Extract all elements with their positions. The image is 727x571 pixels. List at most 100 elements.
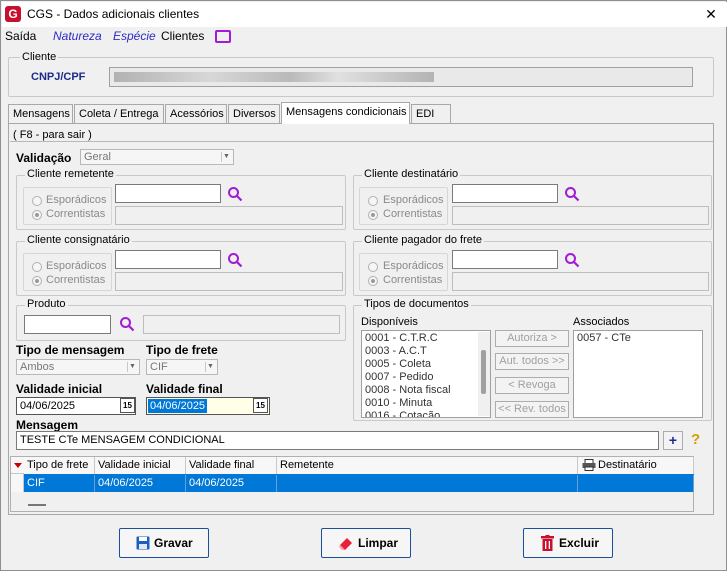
tipo-mensagem-value: Ambos [20, 361, 55, 373]
add-button[interactable]: + [663, 431, 683, 450]
list-item[interactable]: 0010 - Minuta [365, 397, 432, 409]
revoga-todos-button[interactable]: << Rev. todos [495, 401, 569, 418]
calendar-icon[interactable]: 15 [253, 398, 268, 413]
chevron-down-icon: ▼ [221, 152, 231, 162]
cliente-group-label: Cliente [20, 51, 59, 63]
tipo-frete-label: Tipo de frete [146, 343, 218, 357]
revoga-button[interactable]: < Revoga [495, 377, 569, 394]
documentos-group-label: Tipos de documentos [362, 298, 471, 310]
redacted-value [114, 72, 434, 82]
search-icon[interactable] [564, 252, 580, 268]
validade-final-value: 04/06/2025 [148, 399, 208, 413]
consignatario-esporadicos-label: Esporádicos [46, 260, 107, 272]
pagador-esporadicos-radio[interactable] [368, 262, 378, 272]
list-item[interactable]: 0016 - Cotação [365, 410, 440, 417]
search-icon[interactable] [564, 186, 580, 202]
destinatario-correntistas-radio[interactable] [368, 210, 378, 220]
limpar-button[interactable]: Limpar [321, 528, 411, 558]
scrollbar-thumb[interactable] [481, 350, 486, 394]
tipo-frete-select[interactable]: CIF ▼ [146, 359, 218, 375]
chevron-down-icon: ▼ [205, 362, 215, 372]
menu-saida[interactable]: Saída [5, 29, 36, 43]
column-header[interactable]: Validade inicial [95, 457, 186, 474]
destinatario-esporadicos-label: Esporádicos [383, 194, 444, 206]
column-header[interactable]: Tipo de frete [24, 457, 95, 474]
consignatario-esporadicos-radio[interactable] [32, 262, 42, 272]
tab-edi[interactable]: EDI [411, 104, 451, 123]
list-item[interactable]: 0008 - Nota fiscal [365, 384, 451, 396]
remetente-code-input[interactable] [115, 184, 221, 203]
associados-label: Associados [573, 316, 630, 328]
floppy-disk-icon [136, 536, 150, 550]
menu-clientes[interactable]: Clientes [161, 29, 204, 43]
destinatario-correntistas-label: Correntistas [383, 208, 443, 220]
consignatario-correntistas-radio[interactable] [32, 276, 42, 286]
destinatario-group-label: Cliente destinatário [362, 168, 461, 180]
help-icon[interactable]: ? [691, 431, 700, 448]
excluir-button[interactable]: Excluir [523, 528, 613, 558]
produto-code-input[interactable] [24, 315, 111, 334]
associados-list[interactable]: 0057 - CTe [573, 330, 703, 418]
validade-inicial-label: Validade inicial [16, 382, 103, 396]
tab-coleta-entrega[interactable]: Coleta / Entrega [74, 104, 164, 123]
excluir-label: Excluir [559, 536, 600, 550]
pagador-correntistas-radio[interactable] [368, 276, 378, 286]
validade-final-input[interactable]: 04/06/2025 [146, 397, 270, 415]
consignatario-code-input[interactable] [115, 250, 221, 269]
app-logo-icon: G [5, 6, 21, 22]
cnpj-label: CNPJ/CPF [31, 71, 86, 83]
validacao-select[interactable]: Geral ▼ [80, 149, 234, 165]
search-icon[interactable] [227, 252, 243, 268]
list-item[interactable]: 0057 - CTe [577, 332, 631, 344]
tab-diversos[interactable]: Diversos [228, 104, 280, 123]
cnpj-field [109, 67, 693, 87]
calendar-icon[interactable]: 15 [120, 398, 135, 413]
pagador-code-input[interactable] [452, 250, 558, 269]
validacao-label: Validação [16, 151, 72, 165]
gravar-button[interactable]: Gravar [119, 528, 209, 558]
divider [10, 141, 713, 142]
table-cell [578, 475, 694, 492]
scrollbar-thumb[interactable] [28, 504, 46, 506]
tab-acessorios[interactable]: Acessórios [165, 104, 227, 123]
table-cell: 04/06/2025 [186, 475, 277, 492]
list-item[interactable]: 0003 - A.C.T [365, 345, 427, 357]
pagador-name-field [452, 272, 709, 291]
remetente-esporadicos-radio[interactable] [32, 196, 42, 206]
remetente-correntistas-radio[interactable] [32, 210, 42, 220]
autoriza-todos-button[interactable]: Aut. todos >> [495, 353, 569, 370]
validacao-value: Geral [84, 151, 111, 163]
validade-inicial-input[interactable]: 04/06/2025 [16, 397, 136, 415]
autoriza-button[interactable]: Autoriza > [495, 330, 569, 347]
remetente-group-label: Cliente remetente [25, 168, 116, 180]
destinatario-code-input[interactable] [452, 184, 558, 203]
table-cell: 04/06/2025 [95, 475, 186, 492]
pagador-group-label: Cliente pagador do frete [362, 234, 485, 246]
close-button[interactable]: ✕ [701, 5, 721, 23]
mensagem-input[interactable]: TESTE CTe MENSAGEM CONDICIONAL [16, 431, 659, 450]
list-item[interactable]: 0007 - Pedido [365, 371, 434, 383]
tab-mensagens[interactable]: Mensagens [8, 104, 73, 123]
window-title: CGS - Dados adicionais clientes [27, 7, 200, 21]
column-header[interactable]: Validade final [186, 457, 277, 474]
tab-mensagens-condicionais[interactable]: Mensagens condicionais [281, 102, 410, 124]
destinatario-esporadicos-radio[interactable] [368, 196, 378, 206]
list-item[interactable]: 0001 - C.T.R.C [365, 332, 438, 344]
search-icon[interactable] [119, 316, 135, 332]
menu-especie[interactable]: Espécie [113, 29, 156, 43]
search-icon[interactable] [227, 186, 243, 202]
grid: Tipo de frete Validade inicial Validade … [10, 456, 694, 512]
menu-natureza[interactable]: Natureza [53, 29, 102, 43]
printer-icon[interactable] [582, 459, 596, 471]
table-cell: CIF [24, 475, 95, 492]
disponiveis-list[interactable]: 0001 - C.T.R.C 0003 - A.C.T 0005 - Colet… [361, 330, 491, 418]
consignatario-correntistas-label: Correntistas [46, 274, 106, 286]
column-header[interactable]: Remetente [277, 457, 578, 474]
tipo-mensagem-select[interactable]: Ambos ▼ [16, 359, 140, 375]
monitor-icon[interactable] [215, 30, 231, 43]
table-cell [277, 475, 578, 492]
scrollbar[interactable] [478, 332, 490, 416]
validade-final-label: Validade final [146, 382, 223, 396]
disponiveis-label: Disponíveis [361, 316, 418, 328]
list-item[interactable]: 0005 - Coleta [365, 358, 431, 370]
